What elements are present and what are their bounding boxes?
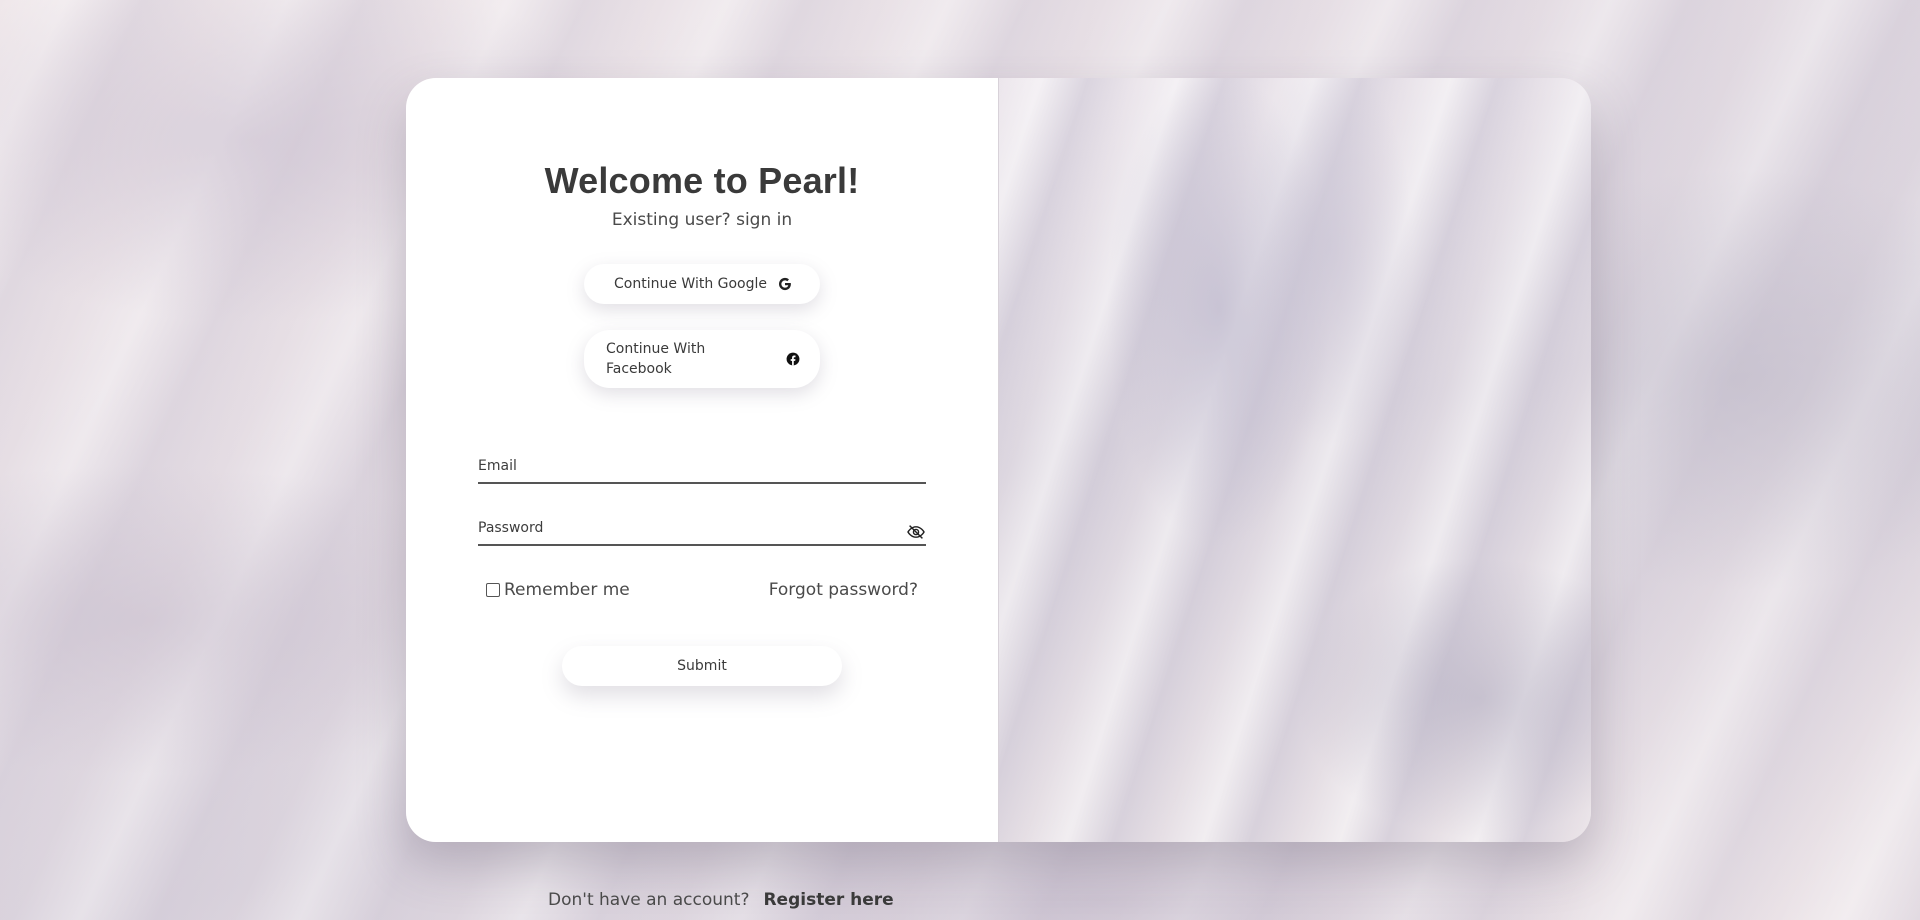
- email-field[interactable]: [478, 458, 926, 474]
- forgot-password-link[interactable]: Forgot password?: [769, 580, 918, 600]
- form-options: Remember me Forgot password?: [478, 580, 926, 600]
- eye-slash-icon[interactable]: [905, 524, 926, 540]
- login-card: Welcome to Pearl! Existing user? sign in…: [406, 78, 1591, 842]
- login-panel: Welcome to Pearl! Existing user? sign in…: [406, 78, 998, 842]
- page-title: Welcome to Pearl!: [544, 160, 860, 201]
- password-field-wrapper: [478, 512, 926, 546]
- continue-with-google-button[interactable]: Continue With Google: [584, 264, 820, 304]
- submit-button[interactable]: Submit: [562, 646, 842, 686]
- remember-me-checkbox[interactable]: [486, 583, 500, 597]
- email-field-wrapper: [478, 450, 926, 484]
- google-button-label: Continue With Google: [614, 276, 768, 292]
- register-prompt: Don't have an account? Register here: [548, 890, 894, 910]
- google-icon: [778, 277, 792, 291]
- facebook-button-label: Continue With Facebook: [606, 341, 706, 377]
- password-field[interactable]: [478, 520, 906, 536]
- login-form: Remember me Forgot password? Submit: [478, 450, 926, 686]
- register-link[interactable]: Register here: [763, 890, 893, 910]
- facebook-icon: [786, 352, 800, 366]
- page-subtitle: Existing user? sign in: [611, 210, 793, 230]
- decorative-image-panel: [998, 78, 1591, 842]
- continue-with-facebook-button[interactable]: Continue With Facebook: [584, 330, 820, 388]
- remember-me[interactable]: Remember me: [486, 580, 630, 600]
- remember-me-label: Remember me: [504, 580, 630, 600]
- register-prompt-text: Don't have an account?: [548, 890, 750, 910]
